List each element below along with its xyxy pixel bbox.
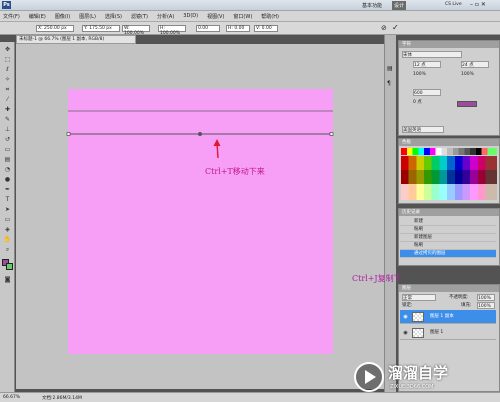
dock-icon[interactable]: ¶ [387,80,391,87]
layer-name[interactable]: 图层 1 副本 [430,314,454,319]
doc-size: 文档:2.86M/3.14M [42,396,82,401]
scale-v-field[interactable]: 100% [413,71,426,78]
swatches-panel: 色板 [398,138,500,204]
fill-label: 填充: [461,303,472,308]
leading-field[interactable]: 24 点 [461,61,489,68]
zoom-level[interactable]: 66.67% [3,395,20,400]
layers-panel-title[interactable]: 图层 [402,285,411,292]
layer-row-selected[interactable]: ◉ 图层 1 副本 [400,310,496,324]
watermark: 溜溜自学 ZIXUE.3D66.COM [352,360,470,396]
scale-h-field[interactable]: 100% [461,71,474,78]
visibility-eye-icon[interactable]: ◉ [402,330,409,336]
watermark-url: ZIXUE.3D66.COM [390,384,434,390]
swatches-panel-title[interactable]: 色板 [402,139,411,146]
transform-handle-left [66,132,71,136]
history-item[interactable]: 新建 [400,218,496,226]
opacity-field[interactable]: 100% [477,294,495,301]
visibility-eye-icon[interactable]: ◉ [402,314,409,320]
layer-name[interactable]: 图层 1 [430,330,443,335]
layer-thumbnail [412,312,424,322]
layer-thumbnail [412,328,424,338]
character-panel-title[interactable]: 字符 [402,41,411,48]
watermark-brand: 溜溜自学 [388,364,449,382]
character-panel-header: 字符 [399,41,499,48]
history-item[interactable]: 粉刷 [400,226,496,234]
fill-field[interactable]: 100% [477,302,495,309]
tracking-field[interactable]: 600 [413,89,441,96]
swatch-grid[interactable] [401,148,497,200]
history-panel: 历史记录 新建 粉刷 新建图层 粉刷 通过拷贝的图层 [398,208,500,266]
transform-handle-center [198,132,202,136]
layer-row[interactable]: ◉ 图层 1 [400,326,496,340]
history-panel-title[interactable]: 历史记录 [402,209,420,216]
history-item[interactable]: 新建图层 [400,234,496,242]
font-family-select[interactable]: 宋体 [402,51,462,58]
blend-mode-select[interactable]: 正常 [402,294,436,301]
annotation-copy-layer: Ctrl+J复制下 [352,274,402,283]
transform-handle-right [329,132,334,136]
history-item-selected[interactable]: 通过拷贝的图层 [400,250,496,258]
opacity-label: 不透明度: [449,295,469,300]
red-arrow-canvas-head [213,139,221,146]
character-panel: 字符 宋体 12 点 24 点 100% 100% 600 0 点 美国英语 [398,40,500,136]
font-size-field[interactable]: 12 点 [413,61,441,68]
collapsed-panel-dock: ▤ ¶ [384,35,396,392]
history-item[interactable]: 粉刷 [400,242,496,250]
annotation-move-down: Ctrl+T移动下来 [205,167,265,176]
status-bar: 66.67% 文档:2.86M/3.14M [0,392,500,402]
lock-label: 锁定: [402,303,413,308]
dock-icon[interactable]: ▤ [387,65,393,72]
language-select[interactable]: 美国英语 [402,126,444,133]
text-color-swatch[interactable] [457,101,477,107]
play-triangle-icon [365,370,376,384]
baseline-field[interactable]: 0 点 [413,99,422,106]
